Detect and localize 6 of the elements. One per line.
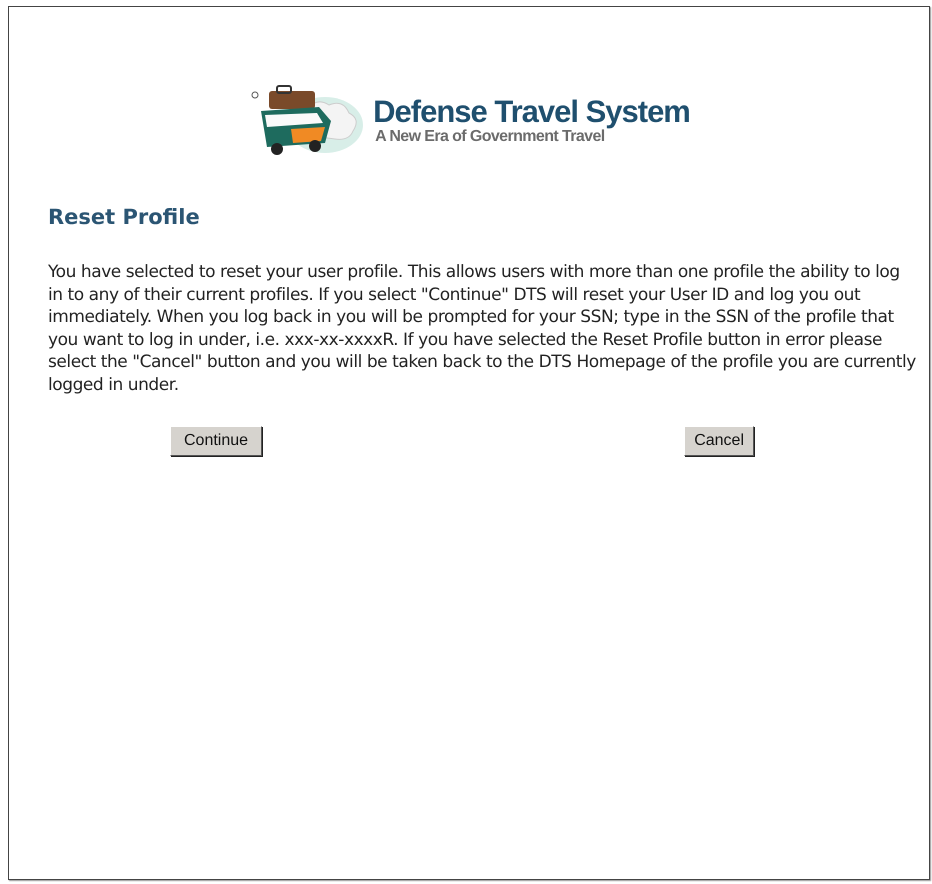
- page-heading: Reset Profile: [48, 205, 201, 229]
- cancel-button[interactable]: Cancel: [684, 426, 754, 456]
- continue-button[interactable]: Continue: [170, 426, 262, 456]
- logo-tagline: A New Era of Government Travel: [375, 128, 605, 146]
- logo-title: Defense Travel System: [373, 96, 690, 128]
- reset-message: You have selected to reset your user profile. This allows users with more than one profile the ability to log in to any of their current profiles. If you select "Continue" DTS will reset your User ID and log you out immediately. When you log back in you will be prompted for your SSN; type in the SSN of the profile that you want to log in under, i.e. xxx-xx-xxxxR. If you have selected the Reset Profile button in error please select the "Cancel" button and you will be taken back to the DTS Homepage of the profile you are currently logged in under.: [48, 261, 917, 396]
